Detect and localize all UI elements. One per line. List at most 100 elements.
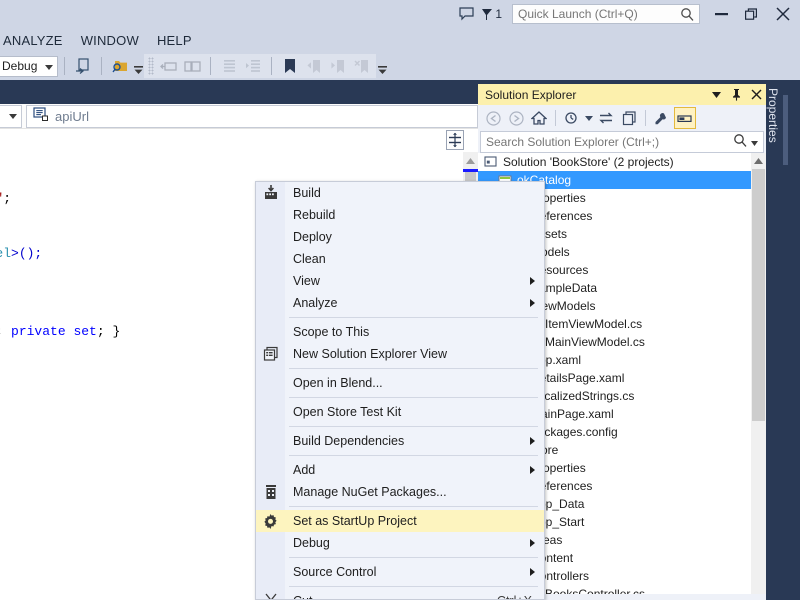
solution-explorer-search-box[interactable]: Search Solution Explorer (Ctrl+;) — [480, 131, 764, 153]
context-menu-item[interactable]: Build Dependencies — [256, 430, 544, 452]
search-options-chevron-down-icon[interactable] — [750, 135, 763, 149]
context-menu-item-label: Cut — [285, 594, 497, 600]
split-view-handle-icon[interactable] — [446, 130, 464, 150]
context-menu-item-no-icon — [256, 401, 285, 423]
context-menu-item[interactable]: Clean — [256, 248, 544, 270]
feedback-speech-bubble-icon[interactable] — [453, 1, 479, 27]
toolbar-separator — [210, 57, 211, 75]
solution-configuration-value: Debug — [2, 59, 37, 73]
context-menu-separator — [289, 506, 538, 507]
forward-icon[interactable] — [505, 107, 527, 129]
window-dropdown-icon[interactable] — [706, 85, 726, 105]
context-menu-item-no-icon — [256, 430, 285, 452]
context-menu-item-label: Debug — [285, 536, 544, 550]
project-context-menu[interactable]: BuildRebuild Deploy CleanView Analyze Scope … — [255, 181, 545, 600]
comment-selection-icon[interactable] — [156, 54, 180, 78]
context-menu-item[interactable]: Set as StartUp Project — [256, 510, 544, 532]
quick-launch-input[interactable] — [513, 5, 673, 23]
filter-dropdown-chevron-down-icon[interactable] — [584, 107, 594, 129]
context-menu-item-label: Open Store Test Kit — [285, 405, 544, 419]
clear-bookmarks-icon[interactable] — [350, 54, 374, 78]
menu-bar: ANALYZE WINDOW HELP — [0, 28, 800, 52]
notifications-indicator[interactable]: 1 — [479, 7, 506, 21]
context-menu-separator — [289, 455, 538, 456]
code-token: set — [73, 324, 96, 339]
context-menu-item[interactable]: Debug — [256, 532, 544, 554]
submenu-arrow-icon — [530, 539, 535, 547]
find-in-folder-icon[interactable] — [108, 54, 132, 78]
uncomment-selection-icon[interactable] — [180, 54, 204, 78]
context-menu-item-no-icon — [256, 532, 285, 554]
standard-toolbar: Debug — [0, 52, 800, 80]
context-menu-item-label: Analyze — [285, 296, 544, 310]
code-line: Model>(); — [0, 246, 42, 261]
solution-explorer-scrollbar[interactable] — [751, 153, 766, 594]
pin-icon[interactable] — [726, 85, 746, 105]
decrease-indent-icon[interactable] — [217, 54, 241, 78]
toolbar-grip[interactable] — [148, 57, 154, 75]
search-icon[interactable] — [680, 7, 695, 25]
step-into-specific-icon[interactable] — [71, 54, 95, 78]
context-menu-item[interactable]: Analyze — [256, 292, 544, 314]
properties-vertical-tab[interactable]: Properties — [766, 84, 783, 214]
back-icon[interactable] — [482, 107, 504, 129]
context-menu-item[interactable]: Open Store Test Kit — [256, 401, 544, 423]
sync-with-active-document-icon[interactable] — [595, 107, 617, 129]
context-menu-item[interactable]: Open in Blend... — [256, 372, 544, 394]
refresh-icon[interactable] — [618, 107, 640, 129]
toolbar-separator — [101, 57, 102, 75]
title-bar: 1 — [0, 0, 800, 28]
menu-window[interactable]: WINDOW — [72, 31, 148, 50]
close-icon[interactable] — [746, 85, 766, 105]
toolbar-overflow-button-2[interactable] — [376, 54, 388, 78]
context-menu-item-label: Manage NuGet Packages... — [285, 485, 544, 499]
previous-bookmark-icon[interactable] — [302, 54, 326, 78]
restore-window-icon[interactable] — [736, 0, 766, 28]
increase-indent-icon[interactable] — [241, 54, 265, 78]
tree-item[interactable]: ■Solution 'BookStore' (2 projects) — [478, 153, 766, 171]
context-menu-item[interactable]: New Solution Explorer View — [256, 343, 544, 365]
context-menu-item-label: Set as StartUp Project — [285, 514, 544, 528]
member-navigation-combo[interactable]: apiUrl — [26, 105, 478, 128]
text-editor-toolbar — [144, 54, 376, 78]
context-menu-separator — [289, 586, 538, 587]
context-menu-item[interactable]: CutCtrl+X — [256, 590, 544, 600]
pending-changes-filter-icon[interactable] — [561, 107, 583, 129]
context-menu-item[interactable]: Add — [256, 459, 544, 481]
context-menu-item[interactable]: Rebuild — [256, 204, 544, 226]
solution-explorer-title-bar[interactable]: Solution Explorer — [478, 84, 766, 105]
next-bookmark-icon[interactable] — [326, 54, 350, 78]
member-navigation-value: apiUrl — [55, 109, 89, 124]
context-menu-item-shortcut: Ctrl+X — [497, 594, 544, 600]
scroll-up-arrow-icon[interactable] — [751, 153, 766, 169]
properties-tab-edge — [783, 95, 788, 165]
toolbar-overflow-button[interactable] — [132, 54, 144, 78]
scroll-up-arrow-icon[interactable] — [463, 152, 478, 169]
solution-configuration-combo[interactable]: Debug — [0, 56, 58, 77]
context-menu-item[interactable]: Scope to This — [256, 321, 544, 343]
minimize-button[interactable] — [706, 0, 736, 28]
show-all-files-icon[interactable] — [651, 107, 673, 129]
quick-launch-box[interactable] — [512, 4, 700, 24]
new-solution-explorer-view-icon — [256, 343, 285, 365]
context-menu-item[interactable]: Deploy — [256, 226, 544, 248]
search-icon[interactable] — [731, 133, 750, 151]
context-menu-item-label: Deploy — [285, 230, 544, 244]
search-placeholder: Search Solution Explorer (Ctrl+;) — [486, 135, 731, 149]
chevron-down-icon — [9, 114, 17, 119]
context-menu-item[interactable]: Source Control — [256, 561, 544, 583]
context-menu-item[interactable]: Manage NuGet Packages... — [256, 481, 544, 503]
context-menu-item[interactable]: Build — [256, 182, 544, 204]
scrollbar-thumb[interactable] — [752, 169, 765, 421]
chevron-down-icon[interactable] — [45, 59, 53, 73]
context-menu-separator — [289, 397, 538, 398]
menu-analyze[interactable]: ANALYZE — [0, 31, 72, 50]
type-navigation-combo[interactable] — [0, 105, 22, 128]
context-menu-separator — [289, 426, 538, 427]
toggle-bookmark-icon[interactable] — [278, 54, 302, 78]
menu-help[interactable]: HELP — [148, 31, 201, 50]
context-menu-item[interactable]: View — [256, 270, 544, 292]
home-icon[interactable] — [528, 107, 550, 129]
close-icon[interactable] — [766, 0, 800, 28]
properties-icon[interactable] — [674, 107, 696, 129]
